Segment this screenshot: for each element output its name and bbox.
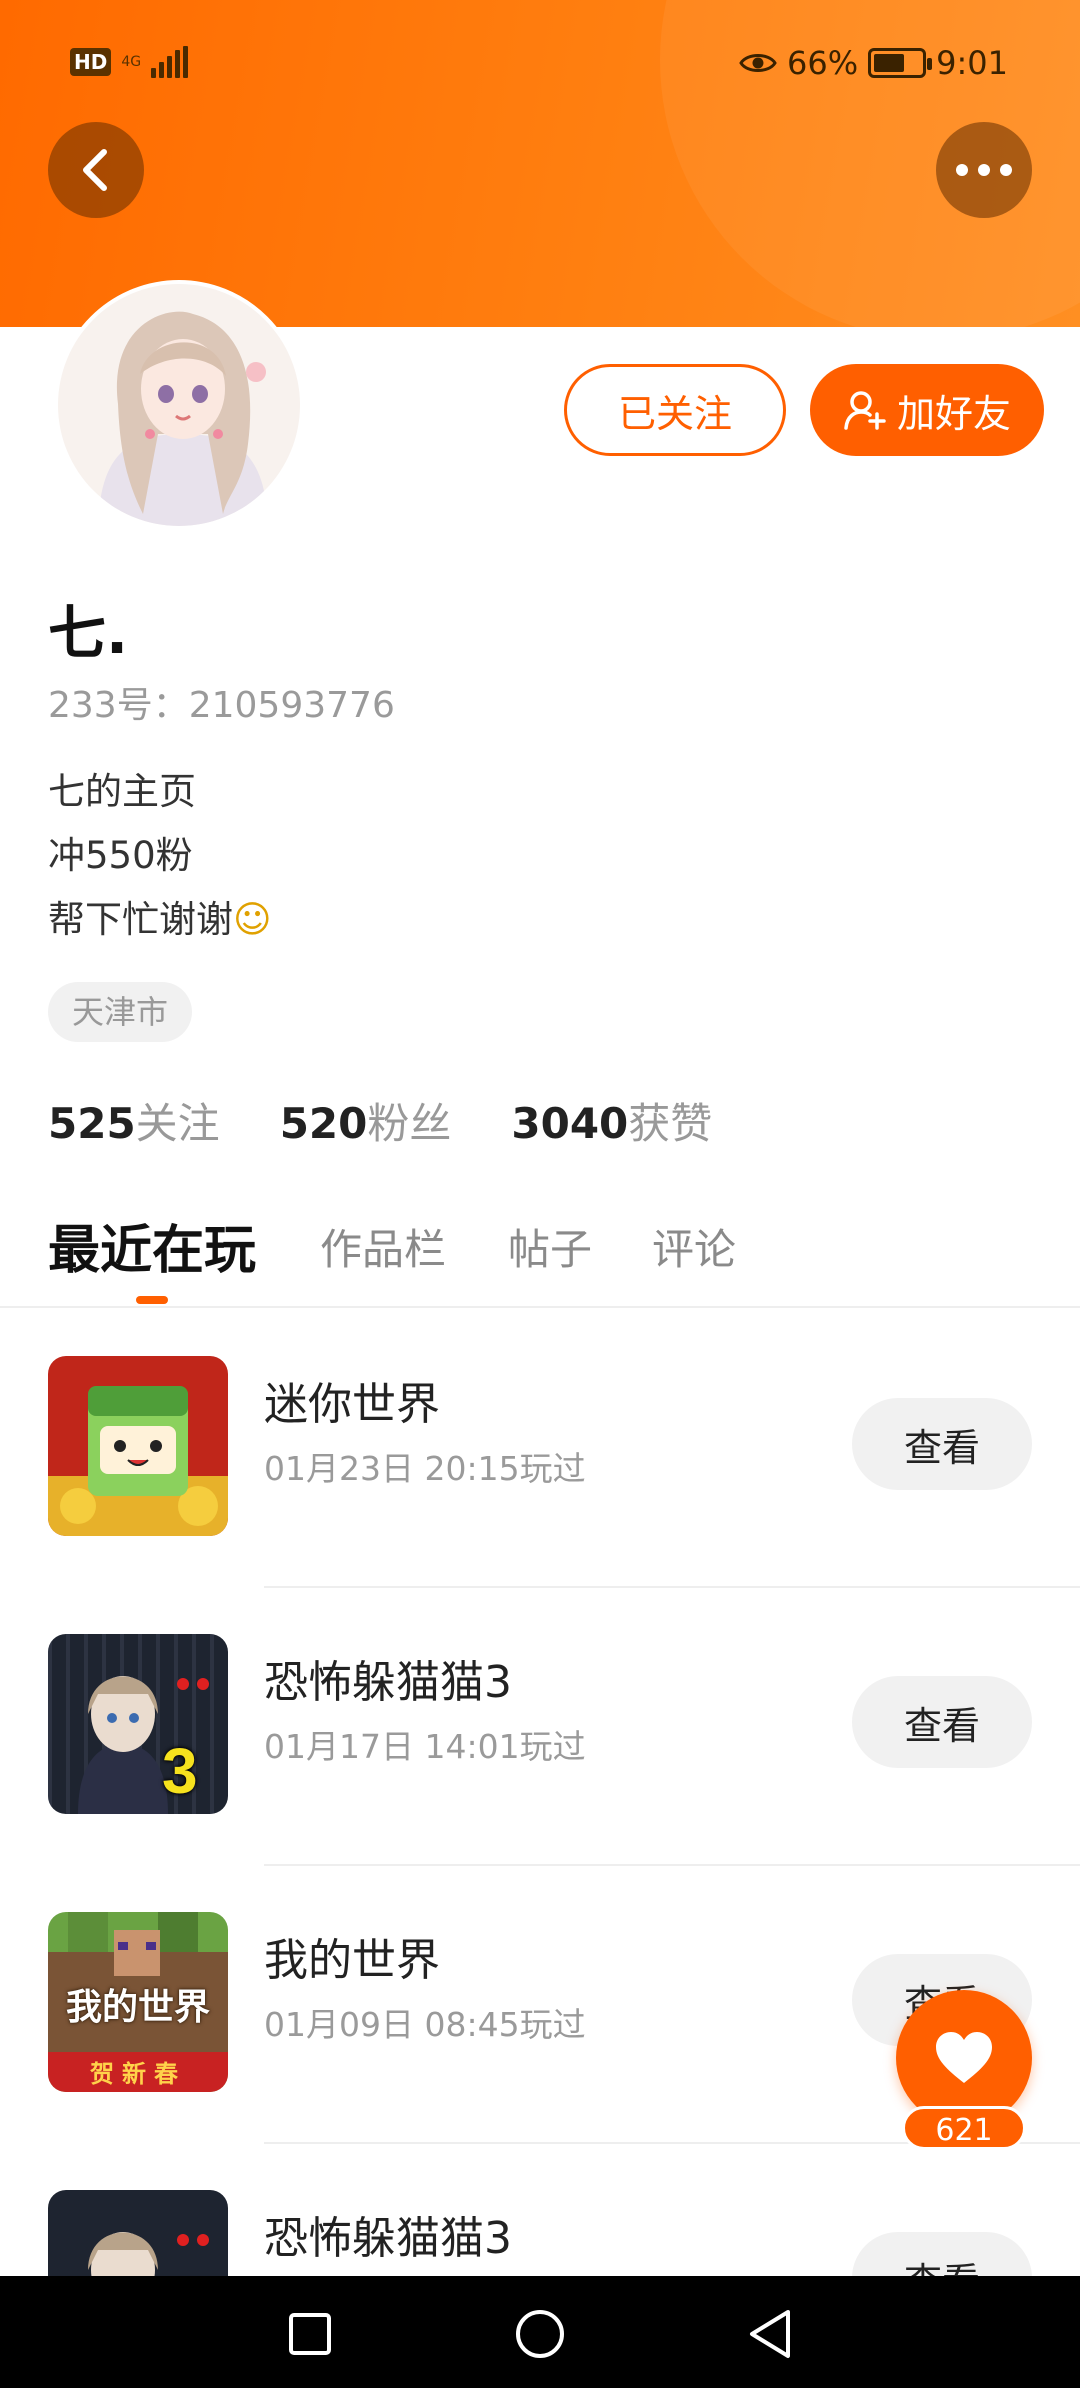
game-icon-number: 3 [162, 1735, 198, 1807]
tab-recently-played[interactable]: 最近在玩 [48, 1208, 256, 1283]
game-played-time: 01月17日 14:01玩过 [264, 1727, 586, 1766]
minecraft-game-icon: 我的世界 贺新春 [48, 1912, 228, 2092]
bio-line-text: 帮下忙谢谢 [48, 898, 233, 941]
followed-label: 已关注 [617, 391, 732, 436]
more-button[interactable] [936, 122, 1032, 218]
smiling-emoji-icon: ☺ [233, 898, 272, 941]
bio-line: 七的主页 [48, 770, 196, 813]
recent-apps-button[interactable] [282, 2306, 338, 2362]
stat-following[interactable]: 525关注 [48, 1090, 220, 1151]
more-dots-icon [956, 164, 1012, 176]
game-icon-banner: 贺新春 [90, 2060, 186, 2088]
stat-number: 520 [279, 1099, 368, 1148]
horror-hide-seek-game-icon: 3 [48, 1634, 228, 1814]
profile-tabs: 最近在玩 作品栏 帖子 评论 [0, 1200, 1080, 1308]
game-played-time: 01月09日 08:45玩过 [264, 2005, 586, 2044]
tab-works[interactable]: 作品栏 [320, 1216, 446, 1277]
home-button[interactable] [512, 2306, 568, 2362]
circle-icon [516, 2310, 564, 2358]
mini-world-game-icon [48, 1356, 228, 1536]
system-nav-bar [0, 2276, 1080, 2388]
like-float-button[interactable]: 621 [896, 1990, 1032, 2150]
bio-line: 帮下忙谢谢☺ [48, 888, 272, 952]
game-name: 我的世界 [264, 1935, 440, 1986]
stat-label: 获赞 [628, 1099, 713, 1148]
add-friend-button[interactable]: 加好友 [810, 364, 1044, 456]
network-type: 4G [121, 54, 142, 70]
battery-percent: 66% [787, 44, 859, 82]
add-friend-label: 加好友 [896, 391, 1011, 436]
stat-followers[interactable]: 520粉丝 [280, 1090, 452, 1151]
view-button[interactable]: 查看 [852, 1676, 1032, 1768]
eye-icon [739, 54, 777, 72]
view-button[interactable]: 查看 [852, 1398, 1032, 1490]
stat-likes[interactable]: 3040获赞 [511, 1090, 712, 1151]
hd-badge: HD [70, 48, 112, 76]
stat-label: 关注 [135, 1099, 220, 1148]
profile-stats: 525关注 520粉丝 3040获赞 [48, 1090, 712, 1151]
like-count: 621 [902, 2106, 1026, 2150]
stat-number: 3040 [511, 1099, 629, 1148]
stat-label: 粉丝 [367, 1099, 452, 1148]
avatar-illustration [58, 284, 300, 526]
list-item[interactable]: 迷你世界 01月23日 20:15玩过 查看 [0, 1310, 1080, 1588]
battery-level [874, 54, 905, 72]
game-name: 恐怖躲猫猫3 [264, 2213, 512, 2264]
clock: 9:01 [936, 44, 1008, 82]
status-bar: HD 4G 66% 9:01 [0, 0, 1080, 130]
back-nav-button[interactable] [742, 2306, 798, 2362]
game-icon-title: 我的世界 [65, 1987, 210, 2028]
bio-line: 冲550粉 [48, 834, 193, 877]
game-name: 恐怖躲猫猫3 [264, 1657, 512, 1708]
followed-button[interactable]: 已关注 [564, 364, 786, 456]
location-tag: 天津市 [48, 982, 193, 1042]
battery-icon [868, 48, 933, 78]
square-icon [289, 2313, 331, 2355]
triangle-back-icon [750, 2310, 790, 2358]
list-item[interactable]: 3 恐怖躲猫猫3 01月17日 14:01玩过 查看 [0, 1588, 1080, 1866]
user-id: 233号：210593776 [48, 685, 395, 726]
user-name: 七. [48, 599, 129, 667]
active-tab-indicator [136, 1296, 168, 1304]
game-played-time: 01月23日 20:15玩过 [264, 1449, 586, 1488]
heart-icon [936, 2032, 992, 2083]
back-button[interactable] [48, 122, 144, 218]
tab-posts[interactable]: 帖子 [508, 1216, 592, 1277]
tab-comments[interactable]: 评论 [652, 1216, 736, 1277]
add-user-icon [844, 391, 886, 430]
user-bio: 七的主页 冲550粉 帮下忙谢谢☺ [48, 760, 272, 952]
chevron-left-icon [83, 149, 107, 191]
signal-icon [151, 46, 189, 78]
stat-number: 525 [48, 1099, 136, 1148]
game-name: 迷你世界 [264, 1379, 440, 1430]
avatar[interactable] [54, 280, 304, 530]
